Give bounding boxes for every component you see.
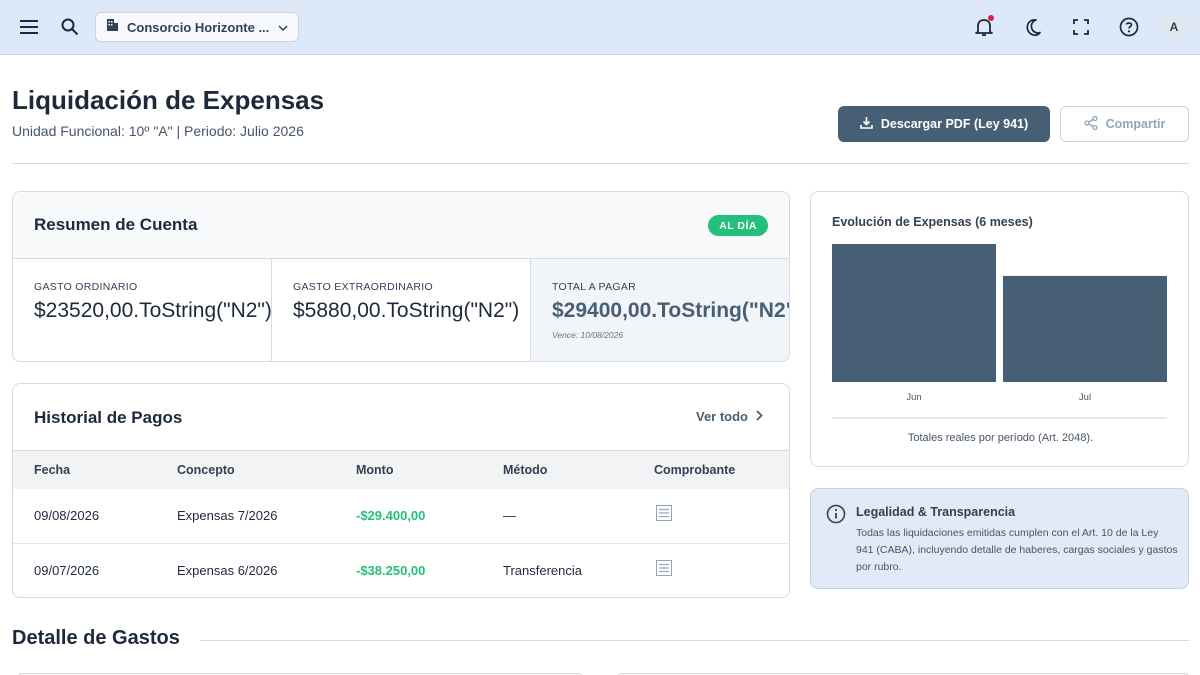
cell-fecha: 09/07/2026 xyxy=(34,563,100,578)
notification-dot xyxy=(988,15,994,21)
cell-fecha: 09/08/2026 xyxy=(34,508,100,523)
share-icon xyxy=(1083,115,1098,133)
cell-concepto: Expensas 7/2026 xyxy=(177,508,278,523)
avatar[interactable]: A xyxy=(1160,13,1188,41)
organization-selector[interactable]: Consorcio Horizonte ... xyxy=(95,12,299,42)
table-row[interactable]: 09/07/2026 Expensas 6/2026 -$38.250,00 T… xyxy=(13,544,789,597)
column-header[interactable]: Fecha xyxy=(34,463,70,477)
page-title: Liquidación de Expensas xyxy=(12,85,325,115)
view-all-label: Ver todo xyxy=(695,409,748,424)
metric-total: TOTAL A PAGAR $29400,00.ToString("N2") V… xyxy=(531,259,790,361)
metric-extraordinario-value: $5880,00.ToString("N2") xyxy=(293,299,520,322)
download-icon xyxy=(860,116,873,132)
building-icon xyxy=(106,18,119,36)
account-summary-header: Resumen de Cuenta AL DÍA xyxy=(13,192,789,259)
metric-extraordinario: GASTO EXTRAORDINARIO $5880,00.ToString("… xyxy=(272,259,531,361)
metric-ordinario-label: GASTO ORDINARIO xyxy=(34,281,138,293)
due-date: Vence: 10/08/2026 xyxy=(552,330,624,340)
section-divider xyxy=(200,640,1189,641)
page-subtitle: Unidad Funcional: 10º "A" | Periodo: Jul… xyxy=(12,123,304,139)
expenses-chart-card: Evolución de Expensas (6 meses) Jun Jul T… xyxy=(810,191,1189,467)
top-bar: Consorcio Horizonte ... A xyxy=(0,0,1200,55)
share-button[interactable]: Compartir xyxy=(1060,106,1189,142)
chevron-right-icon xyxy=(756,409,763,424)
metric-ordinario-value: $23520,00.ToString("N2") xyxy=(34,299,272,322)
cell-metodo: — xyxy=(503,508,516,523)
download-pdf-button[interactable]: Descargar PDF (Ley 941) xyxy=(838,106,1050,142)
account-summary-card: Resumen de Cuenta AL DÍA GASTO ORDINARIO… xyxy=(12,191,790,362)
legal-title: Legalidad & Transparencia xyxy=(856,505,1016,519)
expenses-detail-title: Detalle de Gastos xyxy=(12,627,180,649)
receipt-icon[interactable] xyxy=(656,560,672,581)
legal-notice-card: Legalidad & Transparencia Todas las liqu… xyxy=(810,488,1189,589)
info-icon xyxy=(826,504,846,529)
moon-icon[interactable] xyxy=(1019,13,1047,41)
legal-text: Todas las liquidaciones emitidas cumplen… xyxy=(856,527,1178,573)
status-badge: AL DÍA xyxy=(708,215,768,236)
header-divider xyxy=(12,163,1189,164)
share-label: Compartir xyxy=(1105,117,1166,131)
payment-history-header: Historial de Pagos Ver todo xyxy=(13,384,789,451)
bar-jul[interactable] xyxy=(1003,275,1167,382)
table-header: Fecha Concepto Monto Método Comprobante xyxy=(13,451,789,489)
search-icon[interactable] xyxy=(56,13,84,41)
account-summary-title: Resumen de Cuenta xyxy=(34,215,198,234)
metric-ordinario: GASTO ORDINARIO $23520,00.ToString("N2") xyxy=(13,259,272,361)
column-header[interactable]: Monto xyxy=(356,463,393,477)
cell-metodo: Transferencia xyxy=(503,563,582,578)
column-header[interactable]: Método xyxy=(503,463,547,477)
column-header[interactable]: Concepto xyxy=(177,463,235,477)
chart-caption: Totales reales por período (Art. 2048). xyxy=(907,432,1094,444)
metric-total-value: $29400,00.ToString("N2") xyxy=(552,299,790,322)
cell-monto: -$29.400,00 xyxy=(356,508,426,523)
bar-chart: Jun Jul xyxy=(832,244,1167,419)
table-row[interactable]: 09/08/2026 Expensas 7/2026 -$29.400,00 — xyxy=(13,489,789,543)
view-all-link[interactable]: Ver todo xyxy=(696,409,763,424)
menu-icon[interactable] xyxy=(15,13,43,41)
bar-jun[interactable] xyxy=(832,244,996,382)
chevron-down-icon xyxy=(278,18,288,36)
bell-icon[interactable] xyxy=(970,13,998,41)
x-tick-label: Jul xyxy=(1079,392,1091,403)
organization-name: Consorcio Horizonte ... xyxy=(127,19,270,35)
cell-monto: -$38.250,00 xyxy=(356,563,426,578)
cell-concepto: Expensas 6/2026 xyxy=(177,563,278,578)
payment-history-card: Historial de Pagos Ver todo Fecha Concep… xyxy=(12,383,790,598)
fullscreen-icon[interactable] xyxy=(1067,13,1095,41)
x-tick-label: Jun xyxy=(906,392,921,403)
column-header[interactable]: Comprobante xyxy=(654,463,735,477)
receipt-icon[interactable] xyxy=(656,505,672,526)
help-icon[interactable] xyxy=(1115,13,1143,41)
metric-total-label: TOTAL A PAGAR xyxy=(552,281,637,293)
payment-history-title: Historial de Pagos xyxy=(34,408,183,427)
download-pdf-label: Descargar PDF (Ley 941) xyxy=(880,117,1029,131)
metric-extraordinario-label: GASTO EXTRAORDINARIO xyxy=(293,281,433,293)
